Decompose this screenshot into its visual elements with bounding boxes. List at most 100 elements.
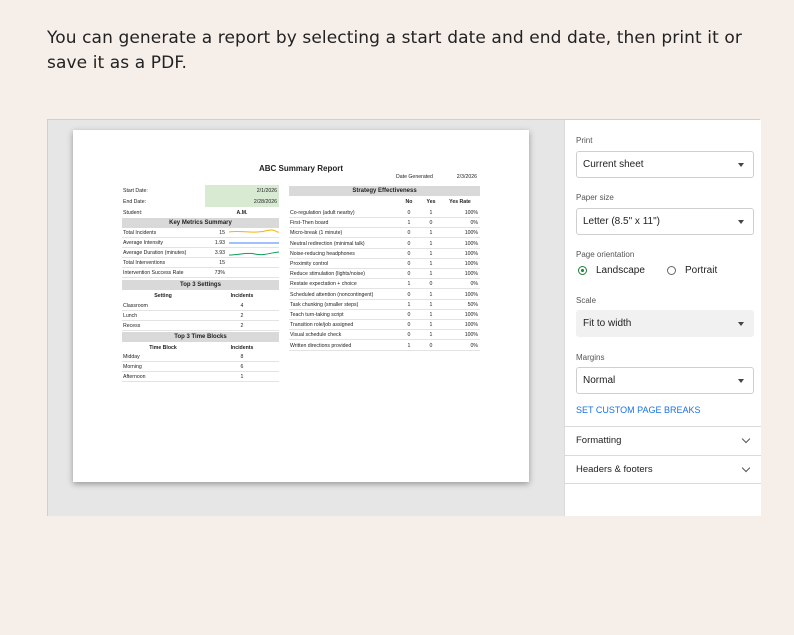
setting-incidents: 2	[240, 323, 244, 329]
landscape-radio[interactable]	[578, 266, 587, 275]
setting-name: Lunch	[123, 313, 138, 319]
scale-select[interactable]: Fit to width	[576, 310, 754, 337]
dropdown-caret-icon	[738, 322, 744, 326]
strategy-name: Reduce stimulation (lights/noise)	[290, 271, 365, 278]
end-date-label: End Date:	[123, 199, 147, 205]
portrait-label[interactable]: Portrait	[685, 265, 717, 276]
strategy-rate: 0%	[470, 342, 479, 349]
strategy-no: 0	[407, 210, 411, 216]
metric-sparklines	[229, 229, 279, 256]
metric-label: Average Duration (minutes)	[123, 250, 187, 256]
radio-dot	[580, 268, 584, 272]
print-preview-area: ABC Summary Report Date Generated 2/3/20…	[48, 120, 564, 516]
setting-incidents: 4	[240, 303, 244, 309]
timeblock-incidents: 8	[240, 354, 244, 360]
strategy-name: Co-regulation (adult nearby)	[290, 210, 355, 216]
report-page: ABC Summary Report Date Generated 2/3/20…	[73, 130, 529, 482]
timeblock-name: Afternoon	[123, 374, 146, 380]
student-label: Student:	[123, 210, 143, 216]
dropdown-caret-icon	[738, 163, 744, 167]
metric-value: 15	[219, 230, 225, 236]
strategy-no: 0	[407, 291, 411, 298]
strategy-yes: 1	[429, 240, 433, 247]
landscape-label[interactable]: Landscape	[596, 265, 645, 276]
strategy-rate: 100%	[464, 332, 478, 339]
strategy-no: 1	[407, 342, 411, 349]
dropdown-caret-icon	[738, 220, 744, 224]
metric-label: Total Incidents	[123, 230, 157, 236]
strategy-yes: 1	[429, 322, 433, 329]
strategy-name: First-Then board	[290, 220, 329, 227]
timeblock-name: Morning	[123, 364, 142, 370]
strategy-rate: 100%	[464, 322, 478, 329]
strategy-yes: 1	[429, 301, 433, 308]
settings-col-incidents: Incidents	[230, 293, 254, 299]
print-select-value: Current sheet	[583, 159, 644, 170]
setting-name: Recess	[123, 323, 141, 329]
strategy-name: Scheduled attention (noncontingent)	[290, 291, 374, 298]
portrait-radio[interactable]	[667, 266, 676, 275]
setting-incidents: 2	[240, 313, 244, 319]
strategy-col-no: No	[405, 199, 413, 205]
strategy-header: Strategy Effectiveness	[289, 186, 480, 196]
strategy-yes: 1	[429, 271, 433, 278]
dropdown-caret-icon	[738, 379, 744, 383]
print-select[interactable]: Current sheet	[576, 151, 754, 178]
date-generated-label: Date Generated	[396, 174, 433, 180]
margins-select[interactable]: Normal	[576, 367, 754, 394]
start-date-value: 2/1/2026	[256, 188, 277, 194]
strategy-yes: 1	[429, 250, 433, 257]
custom-page-breaks-link[interactable]: SET CUSTOM PAGE BREAKS	[576, 405, 701, 415]
incidents-sparkline	[229, 229, 279, 233]
margins-value: Normal	[583, 375, 616, 386]
metric-value: 73%	[214, 270, 225, 276]
metric-label: Average Intensity	[123, 240, 163, 246]
metric-value: 3.93	[214, 250, 225, 256]
formatting-section[interactable]: Formatting	[565, 426, 761, 455]
strategy-rate: 100%	[464, 271, 478, 278]
strategy-rate: 50%	[467, 301, 478, 308]
strategy-rate: 100%	[464, 261, 478, 267]
metric-value: 15	[219, 260, 225, 266]
chevron-down-icon	[741, 434, 751, 444]
headers-footers-label: Headers & footers	[576, 464, 653, 475]
timeblocks-header: Top 3 Time Blocks	[122, 332, 279, 342]
strategy-name: Visual schedule check	[290, 332, 342, 339]
strategy-name: Task chunking (smaller steps)	[290, 301, 359, 308]
strategy-yes: 0	[429, 220, 433, 227]
student-value: A.M.	[236, 210, 248, 216]
strategy-yes: 0	[429, 281, 433, 288]
strategy-yes: 1	[429, 312, 433, 318]
strategy-yes: 0	[429, 342, 433, 349]
strategy-no: 0	[407, 312, 411, 318]
strategy-no: 0	[407, 230, 411, 237]
end-date-value: 2/28/2026	[253, 199, 277, 205]
strategy-yes: 1	[429, 291, 433, 298]
headers-footers-section[interactable]: Headers & footers	[565, 455, 761, 484]
settings-col-setting: Setting	[154, 293, 172, 299]
chevron-down-icon	[741, 463, 751, 473]
formatting-label: Formatting	[576, 435, 622, 446]
margins-label: Margins	[576, 353, 605, 362]
timeblock-incidents: 6	[240, 364, 244, 370]
strategy-no: 0	[407, 240, 411, 247]
strategy-no: 1	[407, 281, 411, 288]
strategy-name: Restate expectation + choice	[290, 281, 357, 288]
metric-label: Intervention Success Rate	[123, 270, 184, 276]
strategy-rate: 0%	[470, 220, 479, 227]
strategy-rate: 100%	[464, 291, 478, 298]
strategy-no: 0	[407, 332, 411, 339]
strategy-name: Micro-break (1 minute)	[290, 230, 343, 237]
strategy-no: 0	[407, 250, 411, 257]
paper-size-select[interactable]: Letter (8.5" x 11")	[576, 208, 754, 235]
start-date-label: Start Date:	[123, 188, 148, 194]
print-settings-panel: Print Current sheet Paper size Letter (8…	[564, 120, 761, 516]
timeblock-name: Midday	[123, 354, 140, 360]
strategy-rate: 100%	[464, 240, 478, 247]
strategy-name: Neutral redirection (minimal talk)	[290, 240, 365, 247]
strategy-no: 1	[407, 301, 411, 308]
scale-label: Scale	[576, 296, 597, 305]
paper-size-label: Paper size	[576, 193, 614, 202]
strategy-rate: 100%	[464, 210, 478, 216]
strategy-no: 0	[407, 271, 411, 278]
